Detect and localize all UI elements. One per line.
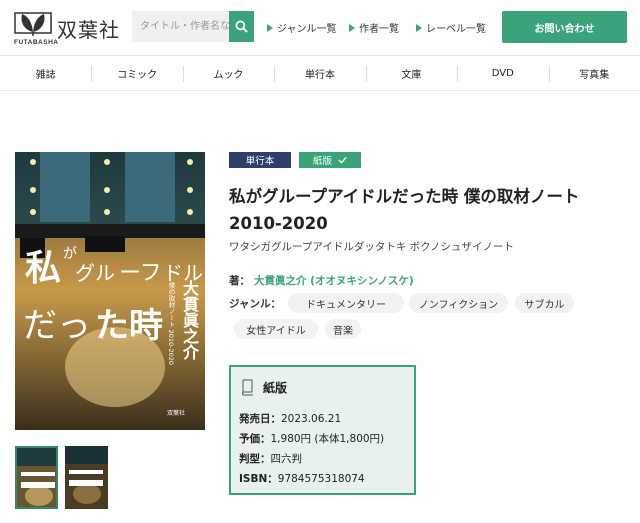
category-nav: 雑誌 コミック ムック 単行本 文庫 DVD 写真集 bbox=[0, 57, 640, 91]
category-magazine[interactable]: 雑誌 bbox=[0, 57, 91, 90]
book-icon bbox=[241, 379, 253, 396]
paper-format-box: 紙版 発売日：2023.06.21 予価：1,980円 (本体1,800円) 判… bbox=[229, 365, 416, 495]
cover-author: 大貫眞之介 bbox=[180, 280, 199, 360]
nav-label-list[interactable]: レーベル一覧 bbox=[416, 20, 486, 35]
category-photobook[interactable]: 写真集 bbox=[548, 57, 640, 90]
svg-text:が: が bbox=[63, 246, 77, 262]
genre-tag[interactable]: 女性アイドル bbox=[234, 319, 318, 339]
book-size: 判型：四六判 bbox=[239, 453, 302, 465]
logo-name: 双葉社 bbox=[57, 18, 120, 42]
nav-genre-list[interactable]: ジャンル一覧 bbox=[267, 20, 337, 35]
author-link[interactable]: 大貫眞之介 (オオヌキシンノスケ) bbox=[254, 273, 414, 288]
category-comic[interactable]: コミック bbox=[91, 57, 182, 90]
book-cover[interactable]: 私 が グル ーフ ドル だっ た時 大貫眞之介 僕の取材ノート 2010-20… bbox=[15, 152, 205, 430]
site-header: 双葉社 FUTABASHA ジャンル一覧 作者一覧 レーベル一覧 お問い合わせ bbox=[0, 0, 640, 56]
search-icon bbox=[235, 20, 248, 33]
category-badge: 単行本 bbox=[229, 152, 291, 168]
format-title: 紙版 bbox=[263, 381, 288, 395]
format-header: 紙版 bbox=[241, 379, 287, 396]
nav-author-list[interactable]: 作者一覧 bbox=[349, 20, 399, 35]
svg-text:だっ: だっ bbox=[23, 306, 91, 346]
isbn: ISBN：9784575318074 bbox=[239, 473, 365, 485]
triangle-right-icon bbox=[416, 23, 422, 32]
svg-text:ーフ: ーフ bbox=[119, 261, 162, 286]
genre-tag[interactable]: ドキュメンタリー bbox=[288, 293, 404, 313]
svg-text:た時: た時 bbox=[95, 306, 163, 346]
thumbnail-image bbox=[17, 448, 56, 507]
search-button[interactable] bbox=[229, 11, 254, 42]
genre-tag[interactable]: 音楽 bbox=[325, 319, 361, 339]
thumbnail-image bbox=[65, 446, 108, 509]
genre-label: ジャンル： bbox=[229, 298, 281, 310]
category-bunko[interactable]: 文庫 bbox=[365, 57, 457, 90]
cover-thumbnail-2[interactable] bbox=[65, 446, 108, 509]
triangle-right-icon bbox=[349, 23, 355, 32]
search-input[interactable] bbox=[132, 11, 229, 42]
check-icon bbox=[338, 156, 347, 164]
release-date: 発売日：2023.06.21 bbox=[239, 413, 342, 425]
book-title: 私がグループアイドルだった時 僕の取材ノート 2010-2020 bbox=[229, 187, 580, 233]
category-dvd[interactable]: DVD bbox=[457, 57, 548, 90]
cover-subtitle: 僕の取材ノート 2010-2020 bbox=[167, 282, 175, 365]
contact-button[interactable]: お問い合わせ bbox=[502, 11, 627, 43]
author-label: 著： bbox=[229, 275, 250, 287]
category-book[interactable]: 単行本 bbox=[274, 57, 365, 90]
site-logo[interactable]: 双葉社 FUTABASHA bbox=[14, 8, 124, 48]
book-title-kana: ワタシガグループアイドルダッタトキ ボクノシュザイノート bbox=[229, 241, 515, 253]
cover-thumbnail-1[interactable] bbox=[15, 446, 58, 509]
genre-tag[interactable]: ノンフィクション bbox=[409, 293, 508, 313]
search-box bbox=[132, 11, 254, 42]
svg-text:グル: グル bbox=[75, 261, 115, 285]
format-badge[interactable]: 紙版 bbox=[299, 152, 361, 168]
price: 予価：1,980円 (本体1,800円) bbox=[239, 433, 385, 445]
triangle-right-icon bbox=[267, 23, 273, 32]
genre-tag[interactable]: サブカル bbox=[515, 293, 574, 313]
futaba-leaf-icon bbox=[14, 12, 52, 36]
category-mook[interactable]: ムック bbox=[182, 57, 274, 90]
cover-publisher: 双葉社 bbox=[167, 410, 186, 417]
logo-subtext: FUTABASHA bbox=[14, 39, 59, 46]
svg-text:私: 私 bbox=[25, 248, 61, 289]
